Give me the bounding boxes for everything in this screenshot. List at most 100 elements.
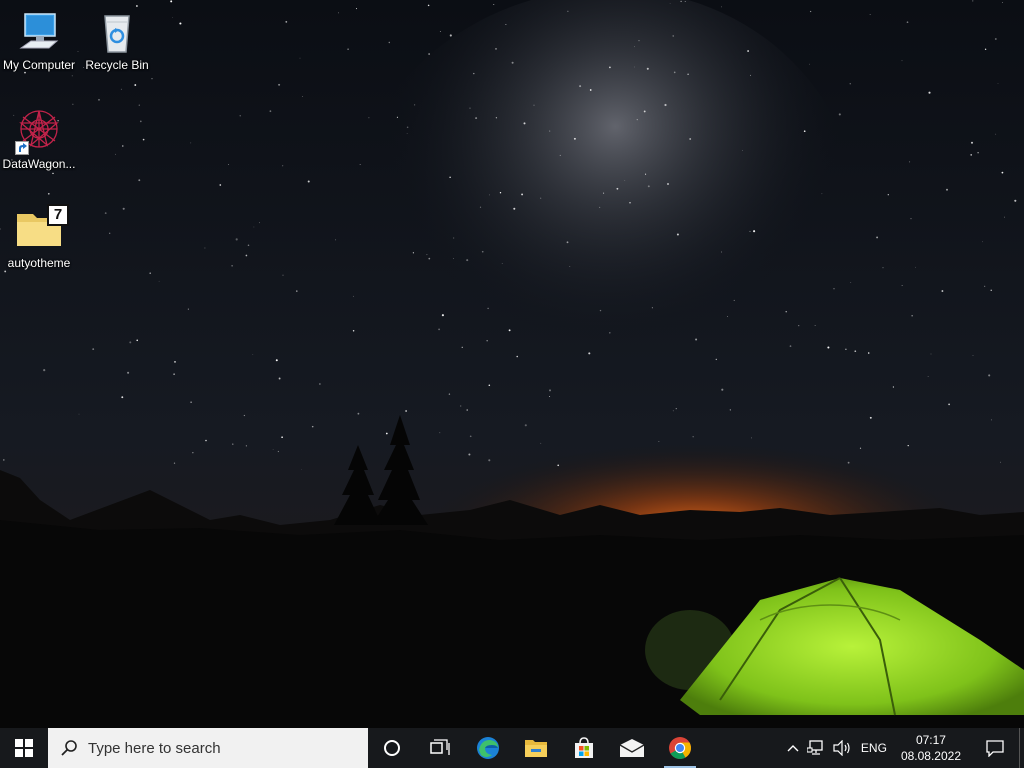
star <box>876 236 879 239</box>
taskbar-clock[interactable]: 07:17 08.08.2022 <box>891 732 971 764</box>
taskbar-search-box[interactable]: Type here to search <box>48 728 368 768</box>
network-button[interactable] <box>803 728 829 768</box>
star <box>122 207 125 210</box>
star <box>990 419 992 421</box>
star <box>449 176 451 179</box>
star <box>302 96 304 97</box>
star <box>269 110 272 113</box>
star <box>235 238 238 241</box>
mail-icon <box>619 739 645 757</box>
star <box>999 461 1002 463</box>
star <box>460 405 462 407</box>
star <box>658 441 660 442</box>
star <box>982 241 983 243</box>
star <box>887 194 889 196</box>
star <box>247 244 250 247</box>
star <box>489 194 490 196</box>
star <box>245 445 247 447</box>
star <box>579 85 582 88</box>
star <box>469 435 472 438</box>
star <box>511 61 514 64</box>
star <box>569 266 571 267</box>
store-bag-icon <box>575 737 593 758</box>
star <box>827 346 830 349</box>
star <box>673 71 676 74</box>
star <box>205 439 207 442</box>
taskbar-mail-button[interactable] <box>608 728 656 768</box>
star <box>469 107 471 109</box>
star <box>636 118 638 121</box>
star <box>481 250 484 253</box>
star <box>609 66 611 69</box>
star <box>98 98 100 101</box>
star <box>749 230 751 232</box>
star <box>347 48 349 51</box>
taskbar-store-button[interactable] <box>560 728 608 768</box>
star <box>47 192 50 195</box>
star <box>277 450 280 453</box>
task-view-button[interactable] <box>416 728 464 768</box>
star <box>192 452 194 454</box>
star <box>869 14 871 15</box>
star <box>638 39 640 42</box>
star <box>158 280 160 282</box>
star <box>727 316 728 318</box>
show-desktop-button[interactable] <box>1019 728 1024 768</box>
star <box>672 410 674 412</box>
desktop-icon-my-computer[interactable]: My Computer <box>1 8 77 72</box>
show-hidden-icons-button[interactable] <box>783 728 803 768</box>
desktop-icon-recycle-bin[interactable]: Recycle Bin <box>79 8 155 72</box>
star <box>296 290 298 292</box>
star <box>278 83 281 86</box>
desktop-icon-autyotheme[interactable]: 7 autyotheme <box>1 204 77 270</box>
star <box>751 437 752 439</box>
star <box>468 453 471 456</box>
star <box>122 145 124 147</box>
star <box>466 259 469 262</box>
star <box>689 138 692 140</box>
star <box>319 383 321 385</box>
star <box>479 206 482 208</box>
star <box>475 117 478 120</box>
star <box>406 126 409 129</box>
star <box>228 164 230 166</box>
star <box>645 173 647 175</box>
star <box>747 50 750 52</box>
star <box>941 290 944 292</box>
archive-folder-icon: 7 <box>15 204 69 254</box>
input-language-indicator[interactable]: ENG <box>857 728 891 768</box>
computer-icon <box>15 8 63 56</box>
taskbar-file-explorer-button[interactable] <box>512 728 560 768</box>
star <box>357 412 360 415</box>
star <box>396 116 398 118</box>
star <box>603 192 605 194</box>
action-center-button[interactable] <box>971 728 1019 768</box>
taskbar-chrome-button[interactable] <box>656 728 704 768</box>
star <box>906 21 909 24</box>
star <box>859 447 862 449</box>
star <box>487 307 489 310</box>
star <box>272 449 274 450</box>
star <box>664 103 667 107</box>
star <box>439 31 441 32</box>
star <box>3 459 5 461</box>
star <box>139 120 142 123</box>
star <box>970 154 973 156</box>
network-icon <box>806 740 823 755</box>
star <box>559 154 561 156</box>
star <box>567 10 569 12</box>
star <box>984 48 987 50</box>
cortana-button[interactable] <box>368 728 416 768</box>
star <box>901 60 903 62</box>
star <box>115 153 116 155</box>
star <box>970 141 974 144</box>
taskbar-edge-button[interactable] <box>464 728 512 768</box>
datawagon-icon <box>15 107 63 155</box>
desktop-icon-datawagon[interactable]: DataWagon... <box>1 107 77 171</box>
star <box>104 212 107 215</box>
start-button[interactable] <box>0 728 48 768</box>
volume-button[interactable] <box>829 728 857 768</box>
star <box>909 161 911 163</box>
star <box>245 254 248 257</box>
star <box>687 73 689 75</box>
